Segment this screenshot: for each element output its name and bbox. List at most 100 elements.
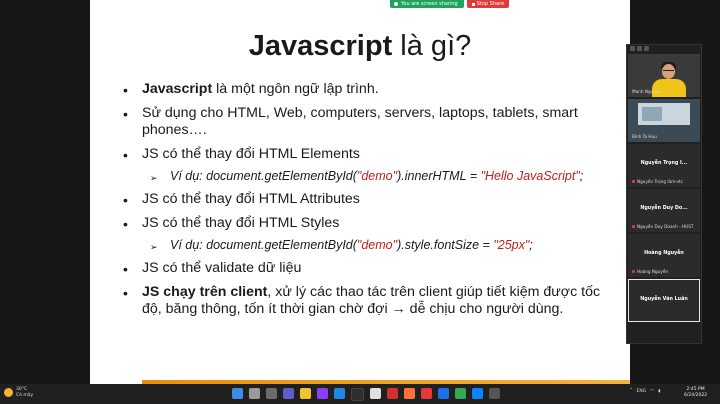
weather-text: 30°C Có mây — [16, 387, 33, 398]
participant-name-text: Hoàng Nguyễn — [637, 269, 669, 274]
bullet-item: • JS có thể validate dữ liệu — [118, 260, 618, 277]
notepad-icon[interactable] — [370, 388, 381, 399]
participant-name: Nguyễn Duy Doanh - HUST — [632, 224, 693, 229]
weather-widget[interactable]: 30°C Có mây — [4, 387, 33, 398]
bullet-icon: • — [123, 82, 128, 98]
sub-bullet-item: ➢ Ví dụ: document.getElementById("demo")… — [118, 168, 618, 184]
bullet-item: • JS có thể thay đổi HTML Elements — [118, 146, 618, 163]
desktop: You are screen sharing Stop Share Javasc… — [0, 0, 720, 384]
taskbar-apps — [232, 388, 500, 401]
search-icon[interactable] — [249, 388, 260, 399]
clock[interactable]: 2:45 PM 6/24/2022 — [684, 387, 707, 399]
sub-bullet-arrow-icon: ➢ — [150, 173, 158, 183]
participant-display-name: Nguyễn Văn Luân — [640, 297, 688, 302]
code-text: ).innerHTML = — [397, 169, 481, 183]
participant-tile[interactable]: Binh Ta Huu — [628, 99, 700, 142]
slide-title-rest: là gì? — [392, 30, 472, 62]
zoom-icon[interactable] — [438, 388, 449, 399]
participant-name: Hoàng Nguyễn — [632, 269, 668, 274]
sharing-status: You are screen sharing — [390, 0, 464, 8]
stop-icon — [471, 2, 475, 6]
clock-date: 6/24/2022 — [684, 393, 708, 398]
presentation-slide: You are screen sharing Stop Share Javasc… — [90, 0, 630, 384]
powerpoint-icon[interactable] — [421, 388, 432, 399]
chrome-icon[interactable] — [455, 388, 466, 399]
muted-mic-icon — [632, 270, 635, 273]
bullet-item: • Javascript là một ngôn ngữ lập trình. — [118, 81, 618, 98]
participant-tile[interactable]: Hoàng Nguyễn Hoàng Nguyễn — [628, 234, 700, 277]
teams-icon[interactable] — [283, 388, 294, 399]
panel-view-icon[interactable] — [637, 46, 642, 51]
app-icon[interactable] — [489, 388, 500, 399]
participant-tile[interactable]: Nguyễn Văn Luân — [628, 279, 700, 322]
sharing-icon — [394, 2, 398, 6]
participant-tile[interactable]: Nguyễn Trọng I... Nguyễn Trọng lâm-vtc — [628, 144, 700, 187]
bullet-icon: • — [123, 192, 128, 208]
weather-sun-icon — [4, 388, 13, 397]
taskbar: 30°C Có mây ˄ ENG ◠ ◖ 2:45 PM 6/24/2022 — [0, 384, 720, 404]
wifi-icon[interactable]: ◠ — [650, 389, 654, 394]
bullet-icon: • — [123, 106, 128, 122]
participant-name: Nguyễn Trọng lâm-vtc — [632, 179, 683, 184]
windows-start-icon[interactable] — [232, 388, 243, 399]
bullet-icon: • — [123, 216, 128, 232]
code-string: "Hello JavaScript" — [480, 169, 580, 183]
bullet-item: • JS có thể thay đổi HTML Attributes — [118, 191, 618, 208]
firefox-icon[interactable] — [404, 388, 415, 399]
code-string: "25px" — [493, 238, 530, 252]
bullet-icon: • — [123, 147, 128, 163]
participant-name-text: Manh Nguyen — [632, 89, 661, 94]
participant-name: Binh Ta Huu — [632, 134, 657, 139]
code-string: "demo" — [356, 238, 398, 252]
bullet-text: JS có thể thay đổi HTML Styles — [142, 215, 340, 231]
netflix-icon[interactable] — [387, 388, 398, 399]
stop-share-button[interactable]: Stop Share — [466, 0, 510, 8]
participant-display-name: Hoàng Nguyễn — [644, 251, 684, 256]
participants-panel: Manh Nguyen Binh Ta Huu Nguyễn Trọng I..… — [626, 44, 702, 344]
language-indicator[interactable]: ENG — [637, 389, 647, 394]
bullet-bold-text: Javascript — [142, 81, 213, 97]
store-icon[interactable] — [351, 388, 364, 401]
slide-title-bold: Javascript — [248, 30, 393, 62]
participant-video — [652, 79, 686, 97]
bullet-text: JS có thể thay đổi HTML Attributes — [142, 191, 360, 207]
tray-overflow-icon[interactable]: ˄ — [630, 388, 633, 394]
participant-name-text: Nguyễn Duy Doanh - HUST — [637, 224, 694, 229]
slide-title: Javascript là gì? — [90, 30, 630, 63]
participant-name: Manh Nguyen — [632, 89, 661, 94]
sharing-status-text: You are screen sharing — [401, 1, 458, 7]
panel-layout-icon[interactable] — [630, 46, 635, 51]
code-text: Ví dụ: document.getElementById( — [170, 238, 357, 252]
bullet-item: • Sử dụng cho HTML, Web, computers, serv… — [118, 105, 618, 139]
visual-studio-icon[interactable] — [317, 388, 328, 399]
muted-mic-icon — [632, 225, 635, 228]
task-view-icon[interactable] — [266, 388, 277, 399]
volume-icon[interactable]: ◖ — [658, 389, 660, 394]
weather-condition: Có mây — [16, 392, 34, 398]
participant-display-name: Nguyễn Duy Do... — [640, 206, 688, 211]
file-explorer-icon[interactable] — [300, 388, 311, 399]
participant-tile[interactable]: Manh Nguyen — [628, 54, 700, 97]
bullet-icon: • — [123, 285, 128, 301]
panel-minimize-icon[interactable] — [644, 46, 649, 51]
code-text: ; — [579, 169, 584, 183]
participant-display-name: Nguyễn Trọng I... — [640, 161, 688, 166]
edge-icon[interactable] — [334, 388, 345, 399]
code-text: ).style.fontSize = — [397, 238, 494, 252]
vscode-icon[interactable] — [472, 388, 483, 399]
bullet-list: • Javascript là một ngôn ngữ lập trình. … — [118, 81, 618, 325]
participant-video — [642, 107, 662, 121]
participant-tile[interactable]: Nguyễn Duy Do... Nguyễn Duy Doanh - HUST — [628, 189, 700, 232]
screen-share-bar: You are screen sharing Stop Share — [390, 0, 510, 8]
sub-bullet-item: ➢ Ví dụ: document.getElementById("demo")… — [118, 237, 618, 253]
participant-name-text: Binh Ta Huu — [632, 134, 657, 139]
participant-name-text: Nguyễn Trọng lâm-vtc — [637, 179, 683, 184]
muted-mic-icon — [632, 180, 635, 183]
sub-bullet-arrow-icon: ➢ — [150, 242, 158, 252]
system-tray: ˄ ENG ◠ ◖ — [630, 388, 661, 394]
code-text: Ví dụ: document.getElementById( — [170, 169, 357, 183]
bullet-bold-text: JS chạy trên client — [142, 284, 268, 300]
bullet-text: JS có thể validate dữ liệu — [142, 260, 302, 276]
code-text: ; — [529, 238, 533, 252]
participant-video — [663, 70, 674, 74]
